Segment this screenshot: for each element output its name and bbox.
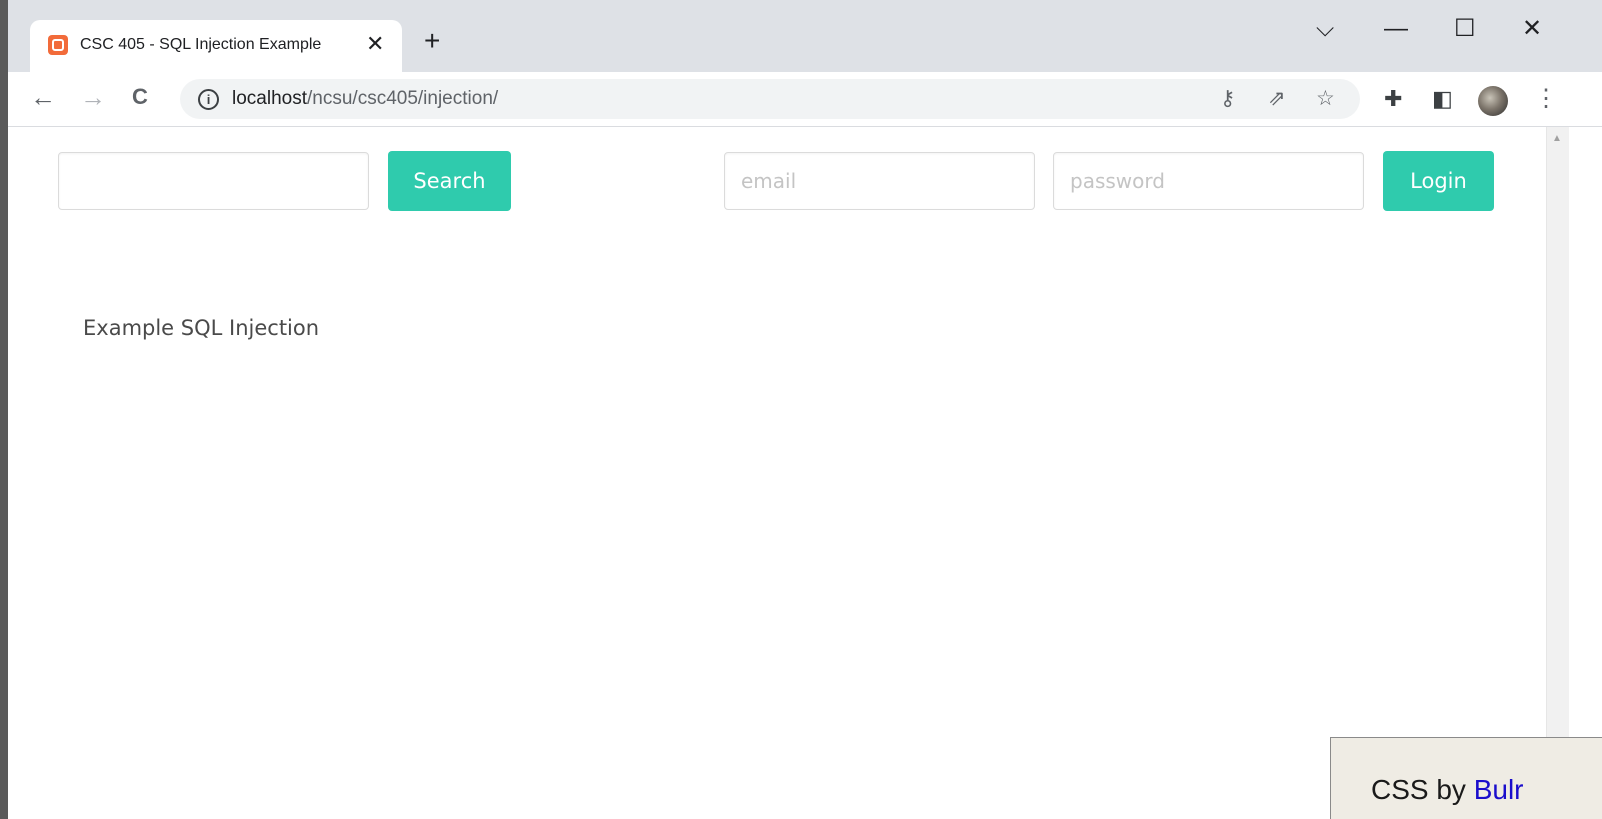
tab-strip: CSC 405 - SQL Injection Example ✕ + ⌵ — … <box>8 0 1602 72</box>
page-content: Search Login Example SQL Injection <box>8 127 1546 819</box>
maximize-icon[interactable]: ☐ <box>1454 16 1476 42</box>
share-icon[interactable]: ⇗ <box>1268 87 1286 111</box>
window-close-icon[interactable]: ✕ <box>1522 16 1542 42</box>
star-icon[interactable]: ☆ <box>1316 87 1335 111</box>
footer-credit: CSS by Bulr <box>1330 737 1602 819</box>
site-info-icon[interactable]: i <box>198 89 219 110</box>
sidepanel-icon[interactable]: ◧ <box>1432 87 1453 111</box>
page-title: Example SQL Injection <box>83 316 320 340</box>
tab-search-icon[interactable]: ⌵ <box>1316 16 1334 42</box>
tab-title: CSC 405 - SQL Injection Example <box>80 36 322 53</box>
footer-text: CSS by Bulr <box>1371 774 1524 805</box>
forward-arrow-icon[interactable]: → <box>80 82 106 112</box>
puzzle-icon[interactable]: ✚ <box>1384 87 1402 111</box>
password-field[interactable] <box>1053 152 1364 210</box>
menu-icon[interactable]: ⋮ <box>1534 86 1558 112</box>
login-button[interactable]: Login <box>1383 151 1494 211</box>
reload-icon[interactable]: C <box>132 82 148 112</box>
search-button[interactable]: Search <box>388 151 511 211</box>
footer-link[interactable]: Bulr <box>1474 774 1524 805</box>
key-icon[interactable]: ⚷ <box>1220 87 1235 111</box>
scrollbar[interactable]: ▲ <box>1546 127 1569 819</box>
browser-tab[interactable]: CSC 405 - SQL Injection Example ✕ <box>30 20 402 72</box>
scroll-up-arrow-icon[interactable]: ▲ <box>1552 133 1562 144</box>
email-field[interactable] <box>724 152 1035 210</box>
back-arrow-icon[interactable]: ← <box>30 82 56 112</box>
url-text: localhost/ncsu/csc405/injection/ <box>232 88 499 109</box>
window-edge <box>0 0 8 819</box>
search-input[interactable] <box>58 152 369 210</box>
minimize-icon[interactable]: — <box>1384 16 1408 42</box>
avatar[interactable] <box>1478 86 1508 116</box>
xampp-favicon-icon <box>48 35 68 55</box>
tab-close-icon[interactable]: ✕ <box>366 32 384 56</box>
new-tab-button[interactable]: + <box>424 26 440 56</box>
browser-toolbar: ← → C i localhost/ncsu/csc405/injection/… <box>8 72 1602 127</box>
address-bar[interactable]: i localhost/ncsu/csc405/injection/ ⚷ ⇗ ☆ <box>180 79 1360 119</box>
